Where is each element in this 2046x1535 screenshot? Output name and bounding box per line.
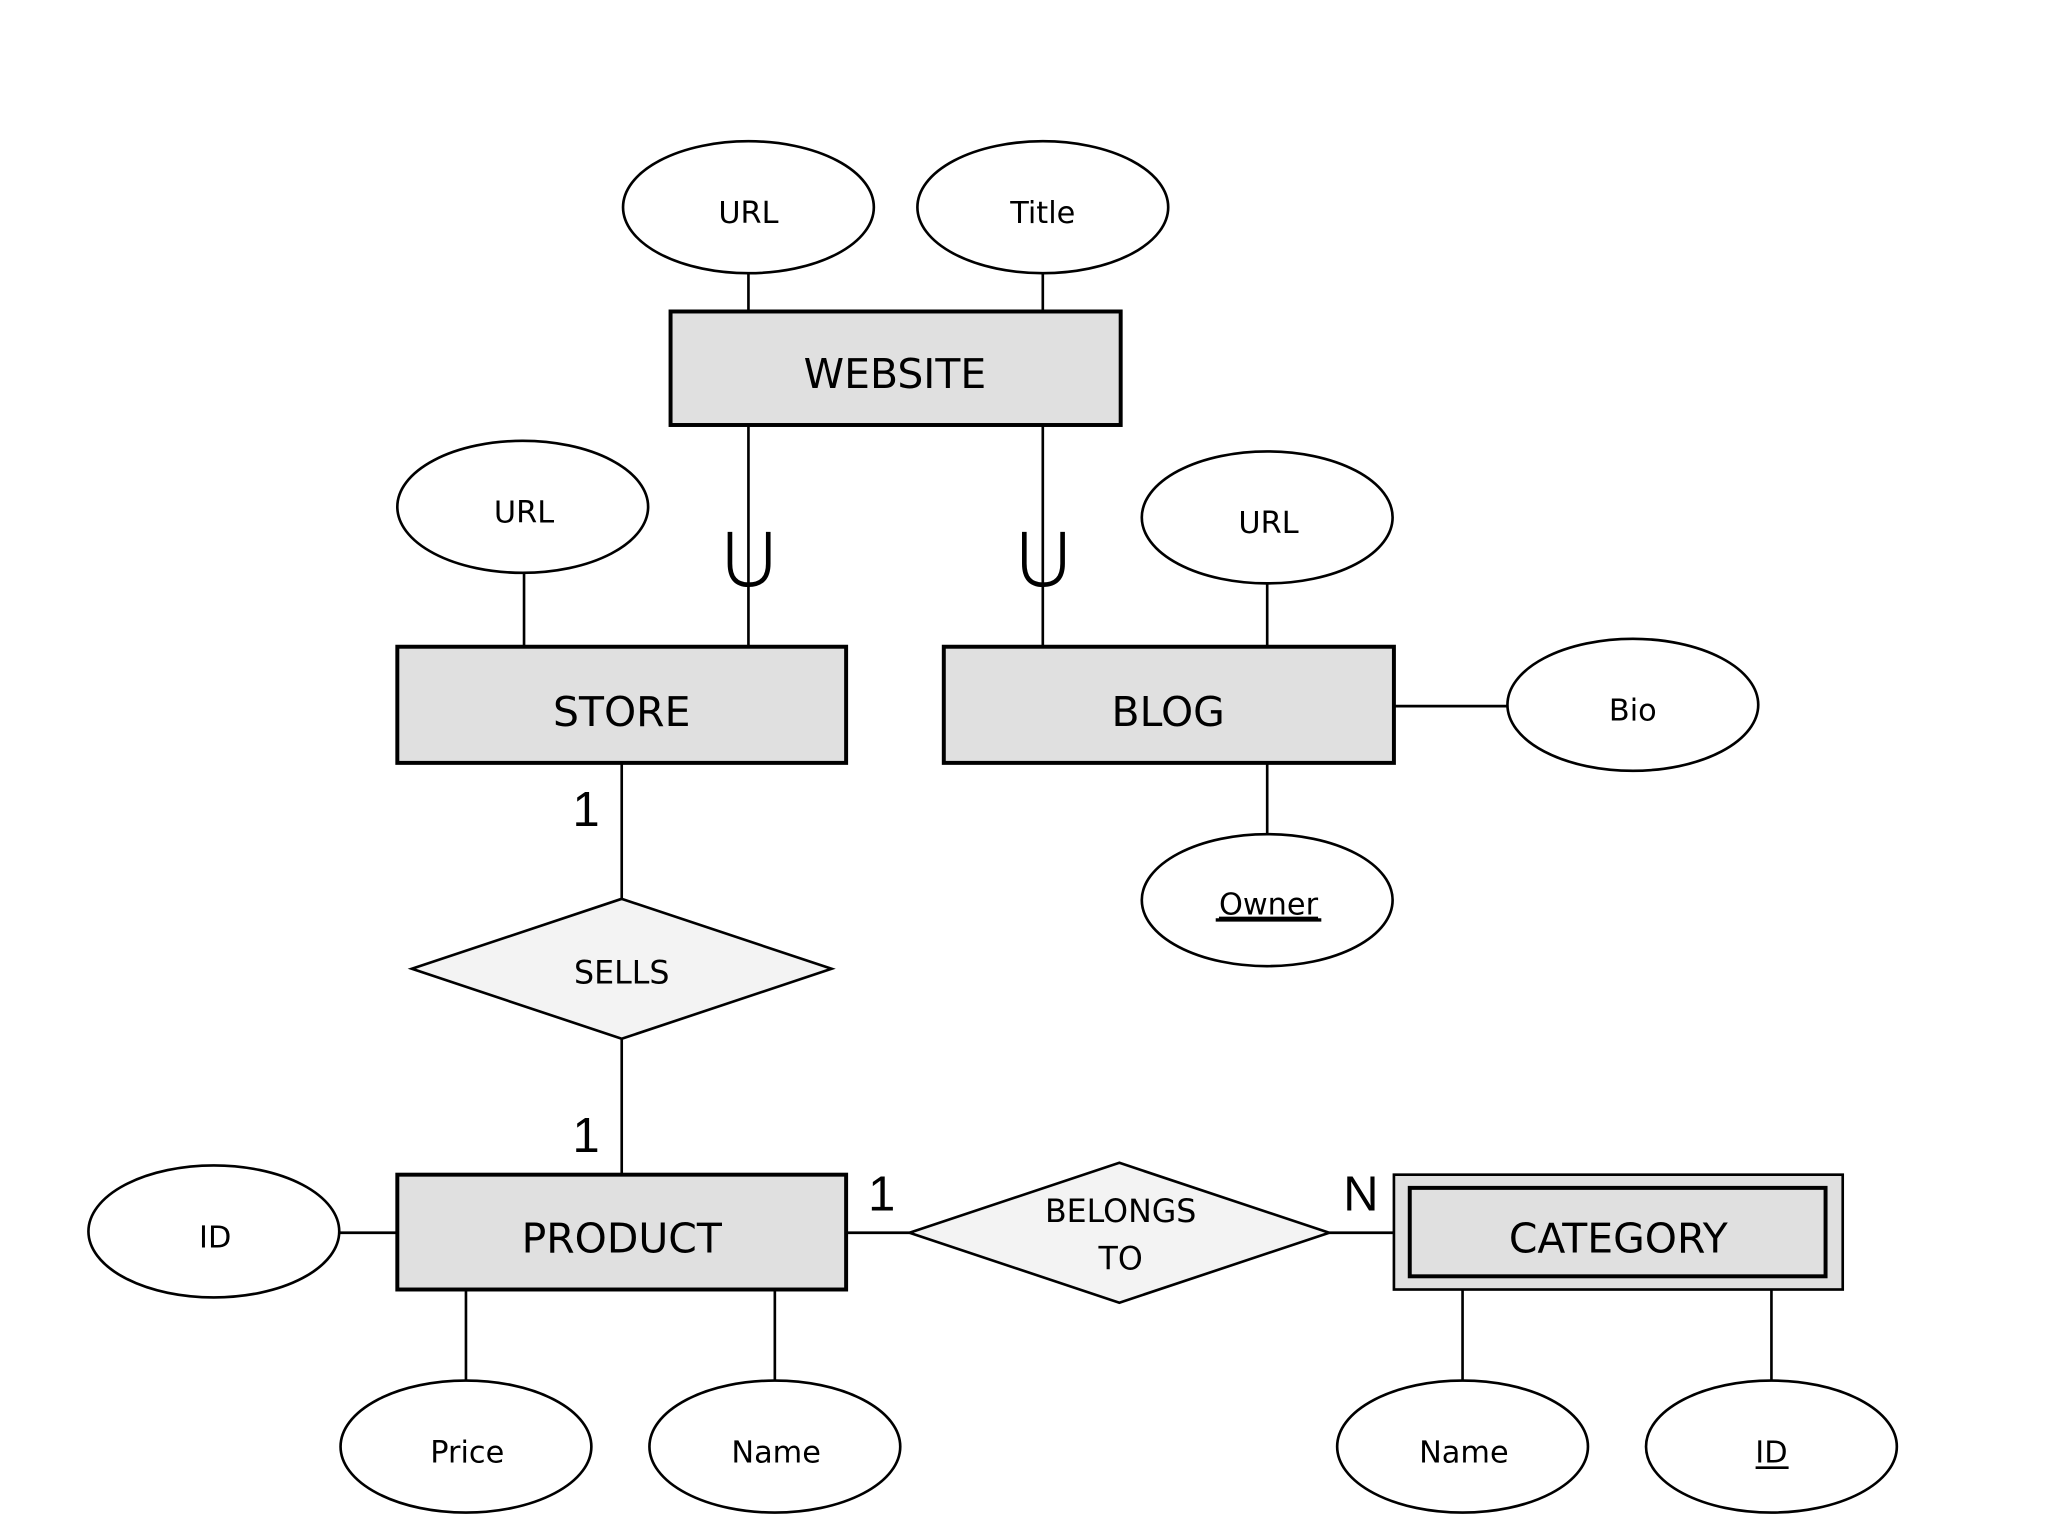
attribute-product-price-label: Price xyxy=(430,1435,504,1470)
attribute-website-title[interactable]: Title xyxy=(916,139,1170,275)
entity-website[interactable]: WEBSITE xyxy=(668,309,1123,427)
entity-website-label: WEBSITE xyxy=(804,350,987,398)
attribute-website-url-label: URL xyxy=(718,196,778,231)
attribute-category-name[interactable]: Name xyxy=(1335,1379,1590,1514)
cardinality-product-belongs: 1 xyxy=(868,1167,895,1221)
attribute-blog-owner-label: Owner xyxy=(1219,888,1319,923)
cardinality-sells-product: 1 xyxy=(573,1109,600,1163)
attribute-blog-owner-key[interactable]: Owner xyxy=(1140,832,1394,968)
attribute-website-url[interactable]: URL xyxy=(621,139,876,275)
entity-product[interactable]: PRODUCT xyxy=(395,1172,849,1292)
entity-store[interactable]: STORE xyxy=(395,644,849,765)
attribute-website-title-label: Title xyxy=(1009,196,1075,231)
er-diagram: WEBSITE STORE BLOG PRODUCT CATEGORY SELL… xyxy=(87,139,1899,1514)
entity-blog[interactable]: BLOG xyxy=(941,644,1396,765)
attribute-category-name-label: Name xyxy=(1419,1435,1509,1470)
attribute-category-id-key[interactable]: ID xyxy=(1644,1379,1899,1514)
entity-category-label: CATEGORY xyxy=(1509,1215,1729,1263)
entity-blog-label: BLOG xyxy=(1112,688,1225,736)
relationship-sells-label: SELLS xyxy=(574,955,669,991)
entity-store-label: STORE xyxy=(553,688,690,736)
attribute-store-url-label: URL xyxy=(494,496,554,531)
relationship-sells[interactable]: SELLS xyxy=(407,897,836,1041)
relationship-belongs-to[interactable]: BELONGS TO xyxy=(905,1161,1334,1305)
specialization-symbols xyxy=(727,531,1065,588)
attribute-blog-url-label: URL xyxy=(1238,506,1298,541)
attribute-blog-url[interactable]: URL xyxy=(1140,450,1394,585)
attribute-product-id[interactable]: ID xyxy=(87,1164,341,1299)
cardinality-store-sells: 1 xyxy=(573,783,600,837)
attribute-blog-bio[interactable]: Bio xyxy=(1506,637,1760,773)
cardinality-belongs-category: N xyxy=(1343,1167,1378,1221)
relationship-belongs-to-label-line2: TO xyxy=(1098,1242,1143,1278)
attribute-store-url[interactable]: URL xyxy=(396,439,650,575)
relationship-belongs-to-label-line1: BELONGS xyxy=(1045,1194,1196,1230)
attribute-blog-bio-label: Bio xyxy=(1609,694,1657,729)
entity-product-label: PRODUCT xyxy=(522,1215,723,1263)
attribute-product-name[interactable]: Name xyxy=(648,1379,902,1514)
entity-category-weak[interactable]: CATEGORY xyxy=(1392,1173,1845,1291)
attribute-category-id-label: ID xyxy=(1755,1435,1787,1470)
attribute-product-name-label: Name xyxy=(731,1435,821,1470)
attribute-product-price[interactable]: Price xyxy=(339,1379,593,1514)
attribute-product-id-label: ID xyxy=(199,1220,231,1255)
